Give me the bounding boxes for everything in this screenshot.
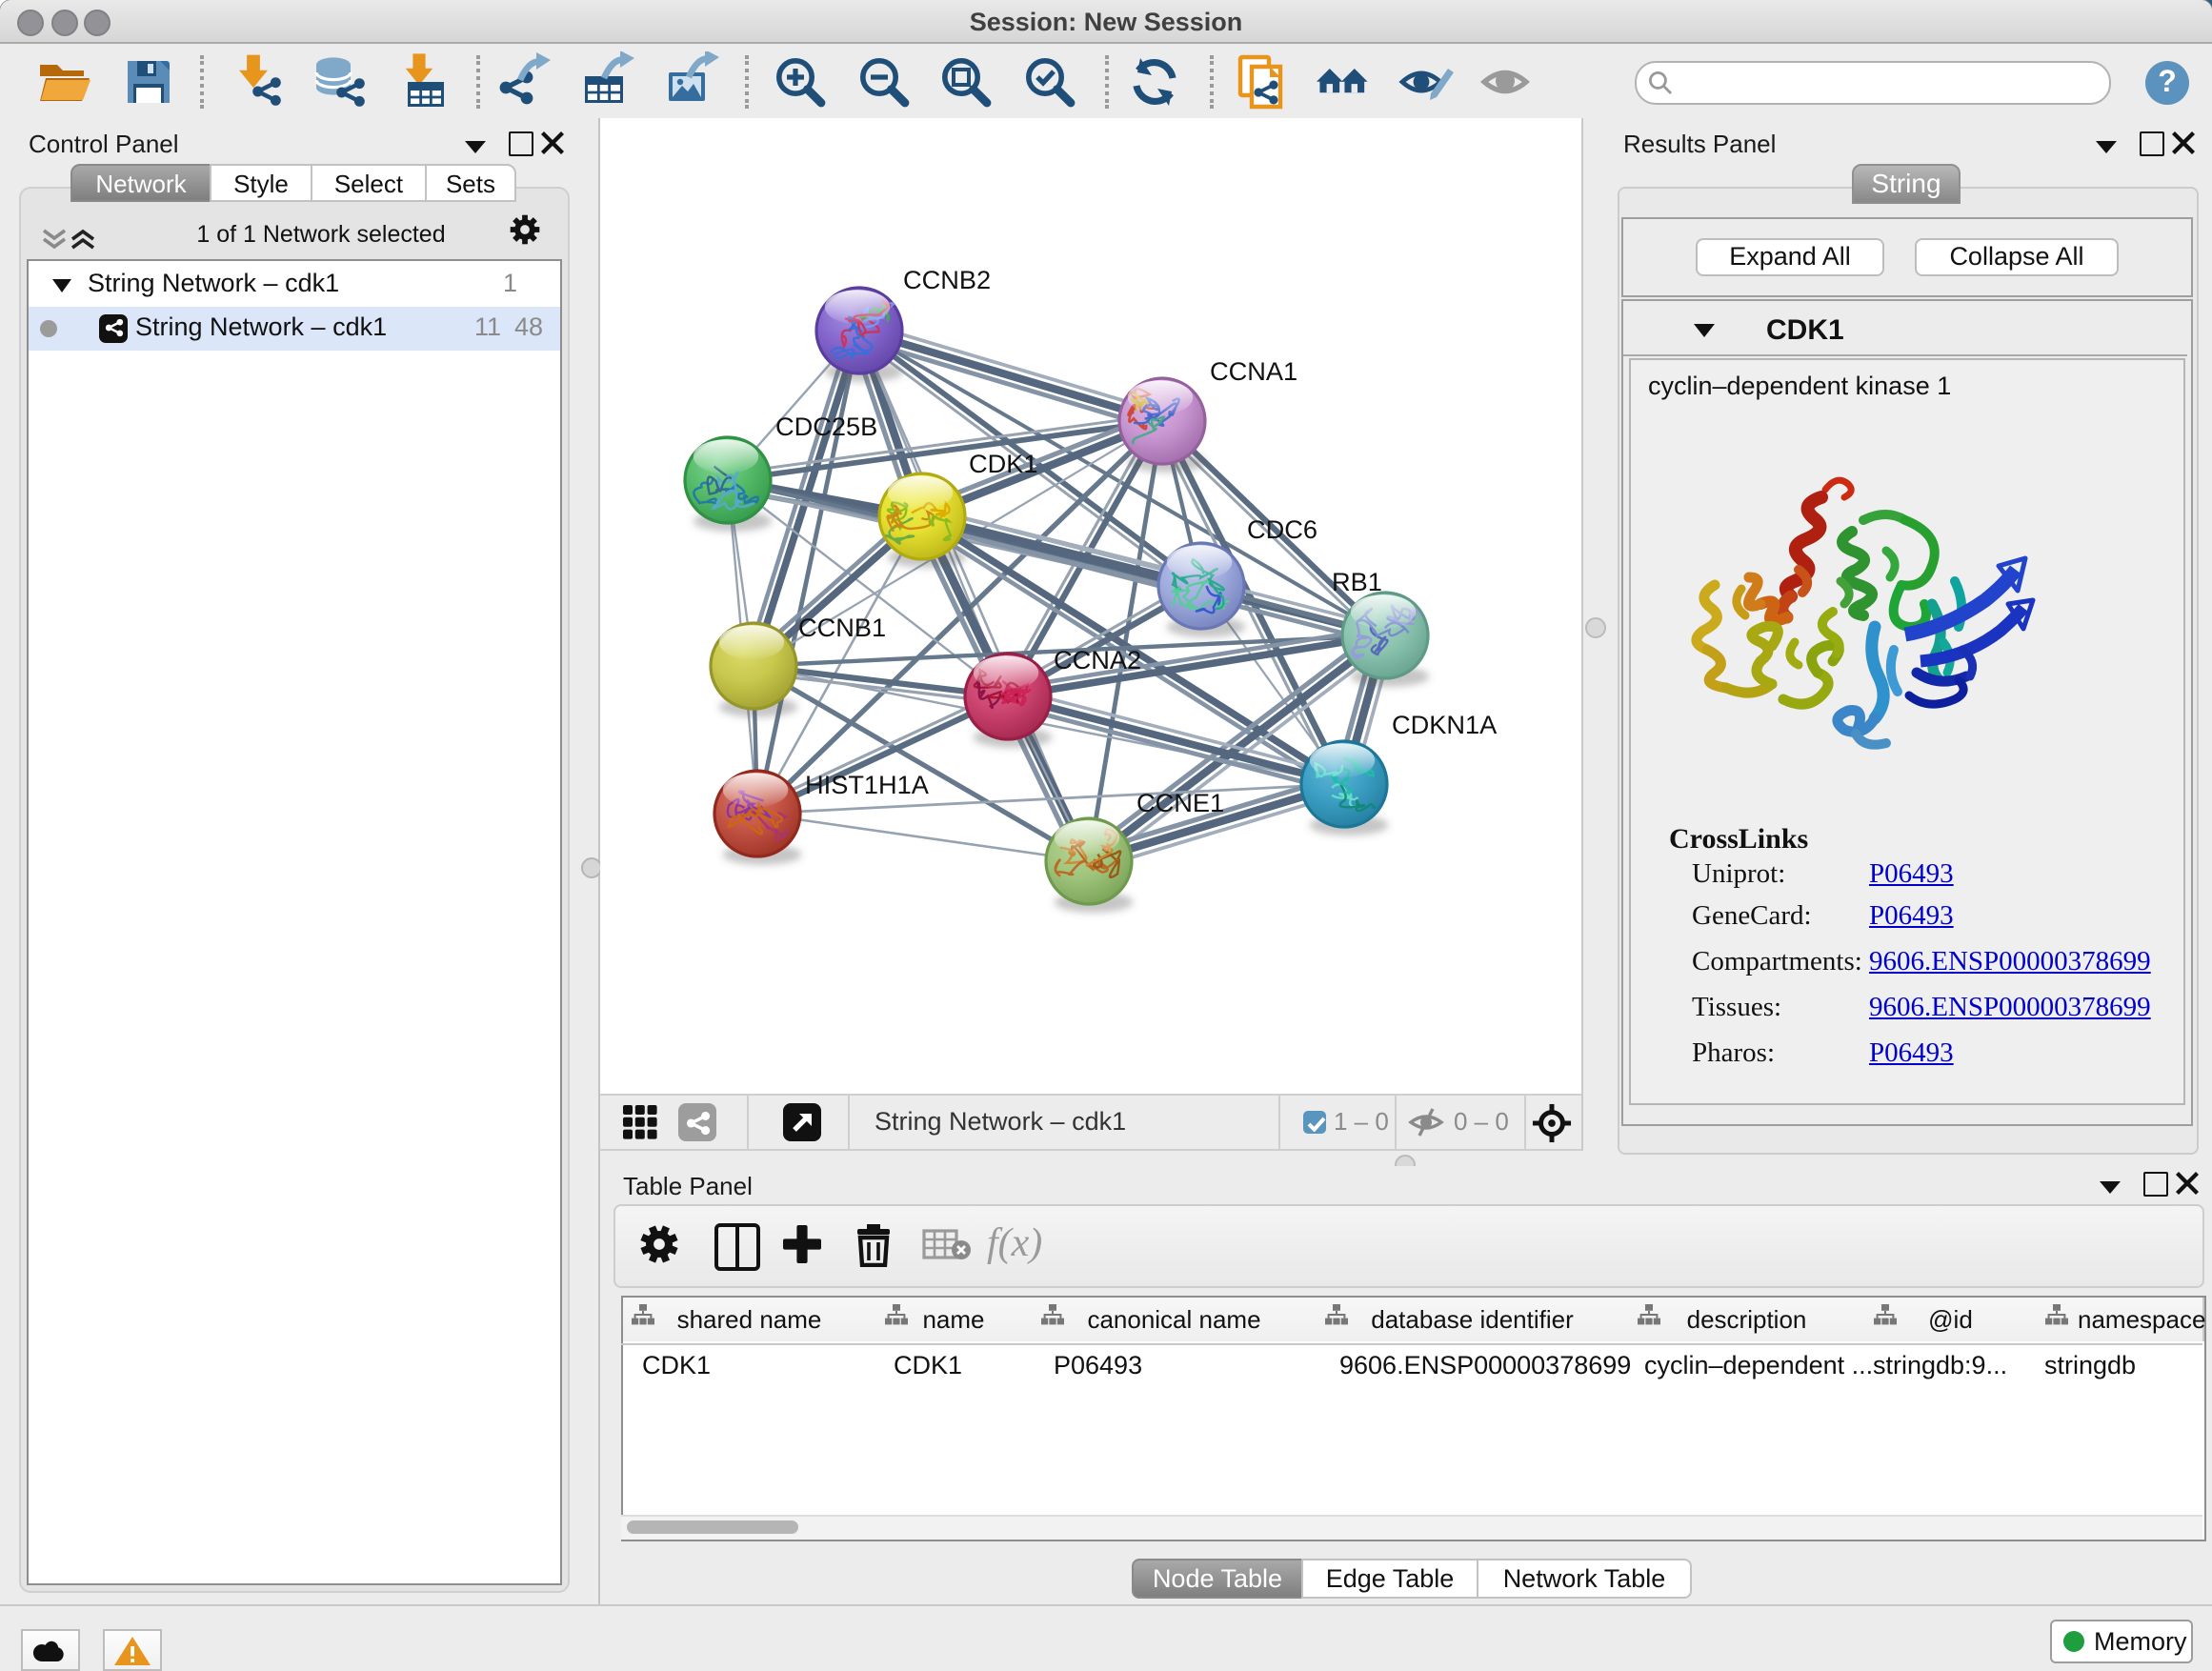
svg-text:CDC25B: CDC25B xyxy=(775,412,877,441)
svg-text:CCNB1: CCNB1 xyxy=(798,613,886,642)
svg-text:CCNA1: CCNA1 xyxy=(1210,356,1297,386)
svg-text:RB1: RB1 xyxy=(1332,567,1382,596)
svg-text:HIST1H1A: HIST1H1A xyxy=(805,770,930,799)
svg-text:CDKN1A: CDKN1A xyxy=(1392,710,1498,739)
svg-text:CCNE1: CCNE1 xyxy=(1136,788,1224,817)
svg-text:CDK1: CDK1 xyxy=(969,449,1038,478)
svg-text:CDC6: CDC6 xyxy=(1247,514,1317,544)
svg-text:CCNB2: CCNB2 xyxy=(903,265,991,294)
svg-text:CCNA2: CCNA2 xyxy=(1054,645,1141,674)
